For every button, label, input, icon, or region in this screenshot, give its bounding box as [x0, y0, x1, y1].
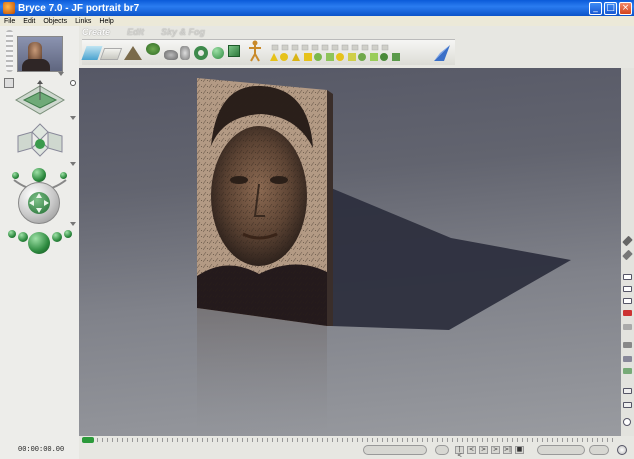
menu-links[interactable]: Links: [71, 18, 95, 25]
record-icon[interactable]: [623, 310, 632, 316]
next-frame-button[interactable]: >: [491, 446, 500, 454]
figure-icon[interactable]: [248, 40, 262, 62]
zoom-ball-mid-right[interactable]: [52, 232, 62, 242]
window-icon-1[interactable]: [623, 274, 632, 280]
scene-shadow: [197, 90, 571, 436]
infinite-plane-icon[interactable]: [99, 48, 123, 60]
zoom-ball-large[interactable]: [28, 232, 50, 254]
close-button[interactable]: ×: [619, 1, 632, 15]
zoom-ball-mid-left[interactable]: [18, 232, 28, 242]
menu-help[interactable]: Help: [95, 18, 117, 25]
move-arrows-icon: [29, 193, 49, 213]
control-palette: [0, 26, 79, 459]
target-icon[interactable]: [623, 418, 631, 426]
animation-bar: |< < > > >| ■: [79, 436, 634, 459]
tab-sky-fog[interactable]: Sky & Fog: [161, 27, 205, 37]
camera-trackball[interactable]: [18, 182, 60, 224]
sphere-icon[interactable]: [212, 47, 224, 59]
last-frame-button[interactable]: >|: [503, 446, 512, 454]
zoom-ball-small-right[interactable]: [64, 230, 72, 238]
tab-edit[interactable]: Edit: [127, 27, 144, 37]
right-toolstrip: [621, 68, 634, 436]
globe-icon[interactable]: [617, 445, 627, 455]
zoom-ball-small-left[interactable]: [8, 230, 16, 238]
window-icon-3[interactable]: [623, 298, 632, 304]
menu-bar: File Edit Objects Links Help: [0, 16, 634, 26]
rock-icon[interactable]: [164, 50, 178, 60]
add-key-button[interactable]: [537, 445, 585, 455]
chevron-down-icon[interactable]: [70, 116, 76, 120]
window-icon-2[interactable]: [623, 286, 632, 292]
nano-preview[interactable]: [17, 36, 63, 72]
chevron-down-icon[interactable]: [70, 222, 76, 226]
camera-cross-widget[interactable]: [10, 122, 70, 168]
3d-viewport[interactable]: [79, 68, 621, 436]
prev-frame-button[interactable]: <: [467, 446, 476, 454]
menu-file[interactable]: File: [0, 18, 19, 25]
view-control-widget[interactable]: [14, 80, 66, 118]
torus-icon[interactable]: [194, 46, 208, 60]
arrow-down-icon[interactable]: [623, 368, 632, 374]
key-options-button[interactable]: [589, 445, 609, 455]
title-bar: Bryce 7.0 - JF portrait br7 _ □ ×: [0, 0, 634, 16]
maximize-button[interactable]: □: [604, 1, 617, 15]
panel-icon-1[interactable]: [623, 388, 632, 394]
zoom-icon[interactable]: [623, 356, 632, 362]
wrench-icon[interactable]: [623, 342, 632, 348]
circle-dot-icon[interactable]: [70, 80, 76, 86]
slider-icon[interactable]: [623, 324, 632, 330]
cube-icon[interactable]: [228, 45, 240, 57]
tab-create[interactable]: Create: [82, 27, 110, 37]
first-frame-button[interactable]: |<: [455, 446, 464, 459]
memory-dots-button[interactable]: [435, 445, 449, 455]
stone-icon[interactable]: [180, 46, 190, 60]
preview-shoulder: [22, 59, 50, 71]
render-mode-icon[interactable]: [4, 78, 14, 88]
panel-icon-2[interactable]: [623, 402, 632, 408]
keyframe-controls[interactable]: [363, 445, 427, 455]
timeline-playhead[interactable]: [82, 437, 94, 443]
timeline-ruler[interactable]: [82, 438, 614, 442]
create-palette: Create Edit Sky & Fog: [79, 26, 634, 68]
play-button[interactable]: >: [479, 446, 488, 454]
menu-objects[interactable]: Objects: [39, 18, 71, 25]
pen-icon[interactable]: [622, 249, 633, 261]
tree-icon[interactable]: [146, 43, 160, 55]
minimize-button[interactable]: _: [589, 1, 602, 15]
portrait-panel[interactable]: [197, 76, 332, 326]
brush-icon[interactable]: [622, 235, 633, 247]
chevron-down-icon[interactable]: [70, 162, 76, 166]
window-title: Bryce 7.0 - JF portrait br7: [18, 2, 140, 14]
arrow-icon[interactable]: [432, 43, 452, 63]
menu-edit[interactable]: Edit: [19, 18, 39, 25]
terrain-icon[interactable]: [124, 46, 142, 60]
primitive-group-icon[interactable]: [268, 44, 408, 64]
timecode-display: 00:00:00.00: [18, 446, 65, 454]
stop-button[interactable]: ■: [515, 446, 524, 454]
bryce-app-icon[interactable]: [3, 2, 15, 14]
nano-zoom-slider[interactable]: [6, 30, 13, 72]
chevron-down-icon[interactable]: [58, 72, 64, 76]
object-toolstrip: [81, 39, 455, 65]
